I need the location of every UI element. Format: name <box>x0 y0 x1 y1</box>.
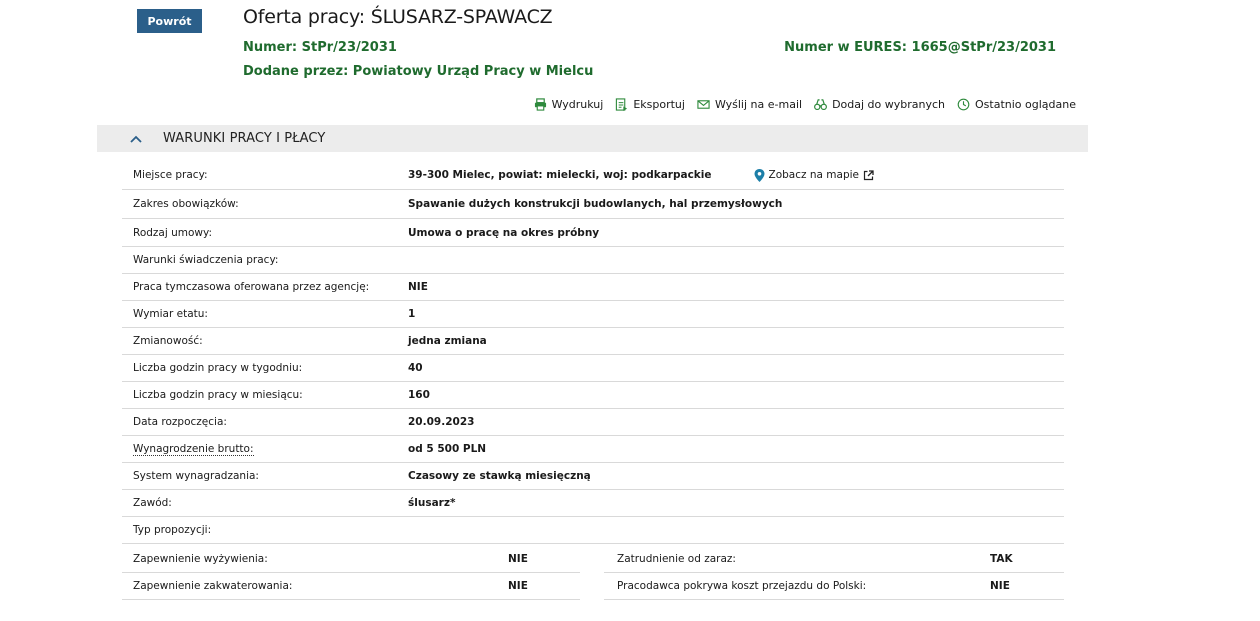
row-key: Typ propozycji: <box>133 524 212 536</box>
row-key: Wymiar etatu: <box>133 308 208 320</box>
email-label: Wyślij na e-mail <box>714 98 803 111</box>
table-row: Wymiar etatu: 1 <box>122 301 1064 328</box>
table-row: Zakres obowiązków: Spawanie dużych konst… <box>122 190 1064 219</box>
section-title: WARUNKI PRACY I PŁACY <box>163 131 326 146</box>
external-link-icon <box>863 169 874 180</box>
table-row: Data rozpoczęcia: 20.09.2023 <box>122 409 1064 436</box>
table-row: System wynagradzania: Czasowy ze stawką … <box>122 463 1064 490</box>
row-value: 1 <box>408 308 416 320</box>
row-value: Czasowy ze stawką miesięczną <box>408 470 591 482</box>
row-key: Liczba godzin pracy w miesiącu: <box>133 389 303 401</box>
row-value: TAK <box>990 553 1013 565</box>
export-icon <box>616 98 628 111</box>
table-row: Zapewnienie wyżywienia: NIE <box>122 546 580 573</box>
map-pin-icon <box>754 168 765 182</box>
row-value: jedna zmiana <box>408 335 487 347</box>
mail-icon <box>697 100 710 109</box>
table-row: Praca tymczasowa oferowana przez agencję… <box>122 274 1064 301</box>
add-to-favorites-label: Dodaj do wybranych <box>832 98 946 111</box>
row-key[interactable]: Wynagrodzenie brutto: <box>122 443 408 456</box>
clock-icon <box>957 98 970 111</box>
eures-number: Numer w EURES: 1665@StPr/23/2031 <box>784 40 1056 55</box>
table-row: Zatrudnienie od zaraz: TAK <box>604 546 1064 573</box>
row-key: Zawód: <box>133 497 172 509</box>
row-value: NIE <box>508 580 528 592</box>
row-key: Miejsce pracy: <box>133 169 208 181</box>
row-key: Data rozpoczęcia: <box>133 416 227 428</box>
row-value: od 5 500 PLN <box>408 443 487 455</box>
eures-number-value: 1665@StPr/23/2031 <box>911 40 1056 55</box>
row-key: Zakres obowiązków: <box>133 198 239 210</box>
added-by-label: Dodane przez: <box>243 64 349 79</box>
print-action[interactable]: Wydrukuj <box>534 98 604 111</box>
offer-number: Numer: StPr/23/2031 <box>243 40 397 55</box>
row-key: Zatrudnienie od zaraz: <box>617 553 736 565</box>
split-right-column: Zatrudnienie od zaraz: TAK Pracodawca po… <box>604 546 1064 600</box>
printer-icon <box>534 98 546 111</box>
email-action[interactable]: Wyślij na e-mail <box>697 98 802 111</box>
row-value: Spawanie dużych konstrukcji budowlanych,… <box>408 198 783 210</box>
table-row: Zapewnienie zakwaterowania: NIE <box>122 573 580 600</box>
conditions-table: Miejsce pracy: 39-300 Mielec, powiat: mi… <box>122 161 1064 544</box>
table-row: Zawód: ślusarz* <box>122 490 1064 517</box>
export-action[interactable]: Eksportuj <box>615 98 685 111</box>
table-row: Rodzaj umowy: Umowa o pracę na okres pró… <box>122 219 1064 247</box>
row-value: ślusarz* <box>408 497 456 509</box>
table-row: Wynagrodzenie brutto: od 5 500 PLN <box>122 436 1064 463</box>
table-row: Typ propozycji: <box>122 517 1064 544</box>
print-label: Wydrukuj <box>551 98 604 111</box>
binoculars-icon <box>814 99 828 111</box>
offer-number-label: Numer: <box>243 40 298 55</box>
row-value: 40 <box>408 362 423 374</box>
added-by: Dodane przez: Powiatowy Urząd Pracy w Mi… <box>243 64 593 79</box>
split-section: Zapewnienie wyżywienia: NIE Zapewnienie … <box>122 546 1064 600</box>
map-link-label: Zobacz na mapie <box>768 169 859 181</box>
row-value: NIE <box>990 580 1010 592</box>
row-value: NIE <box>408 281 428 293</box>
row-key: Rodzaj umowy: <box>133 226 212 239</box>
added-by-value: Powiatowy Urząd Pracy w Mielcu <box>352 64 594 79</box>
row-key: Pracodawca pokrywa koszt przejazdu do Po… <box>617 580 867 592</box>
row-key: Zmianowość: <box>133 335 203 347</box>
export-label: Eksportuj <box>633 98 685 111</box>
eures-number-label: Numer w EURES: <box>784 40 907 55</box>
page-title: Oferta pracy: ŚLUSARZ-SPAWACZ <box>243 6 553 28</box>
map-link[interactable]: Zobacz na mapie <box>754 168 874 182</box>
row-value: 20.09.2023 <box>408 416 475 428</box>
row-value: Umowa o pracę na okres próbny <box>408 226 600 239</box>
chevron-up-icon[interactable] <box>129 132 143 146</box>
recently-viewed-label: Ostatnio oglądane <box>975 98 1076 111</box>
gross-salary-label: Wynagrodzenie brutto: <box>133 443 254 456</box>
table-row: Warunki świadczenia pracy: <box>122 247 1064 274</box>
row-key: Zapewnienie zakwaterowania: <box>133 580 293 592</box>
table-row: Pracodawca pokrywa koszt przejazdu do Po… <box>604 573 1064 600</box>
row-key: System wynagradzania: <box>133 470 259 482</box>
recently-viewed-action[interactable]: Ostatnio oglądane <box>957 98 1076 111</box>
split-left-column: Zapewnienie wyżywienia: NIE Zapewnienie … <box>122 546 580 600</box>
row-value: 39-300 Mielec, powiat: mielecki, woj: po… <box>408 169 712 181</box>
table-row: Zmianowość: jedna zmiana <box>122 328 1064 355</box>
row-value: NIE <box>508 553 528 565</box>
row-key: Liczba godzin pracy w tygodniu: <box>133 362 303 374</box>
row-value: 160 <box>408 389 430 401</box>
table-row: Miejsce pracy: 39-300 Mielec, powiat: mi… <box>122 161 1064 190</box>
row-key: Zapewnienie wyżywienia: <box>133 553 268 565</box>
section-header[interactable]: WARUNKI PRACY I PŁACY <box>97 125 1088 152</box>
action-toolbar: Wydrukuj Eksportuj Wyślij na e-mail Doda… <box>534 98 1076 111</box>
add-to-favorites-action[interactable]: Dodaj do wybranych <box>814 98 945 111</box>
row-key: Warunki świadczenia pracy: <box>133 254 279 266</box>
row-key: Praca tymczasowa oferowana przez agencję… <box>133 281 370 293</box>
offer-number-value: StPr/23/2031 <box>301 40 397 55</box>
table-row: Liczba godzin pracy w tygodniu: 40 <box>122 355 1064 382</box>
table-row: Liczba godzin pracy w miesiącu: 160 <box>122 382 1064 409</box>
back-button[interactable]: Powrót <box>137 9 202 33</box>
